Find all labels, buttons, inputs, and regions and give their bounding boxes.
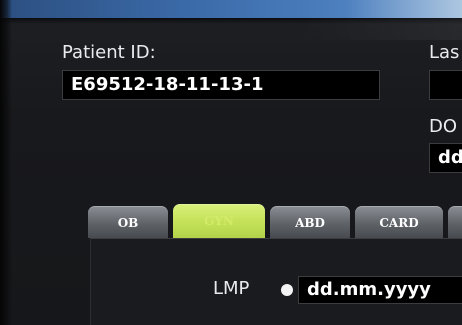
tab-gyn[interactable]: GYN <box>173 204 265 238</box>
last-name-field[interactable] <box>429 70 462 100</box>
patient-id-field[interactable]: E69512-18-11-13-1 <box>62 70 380 100</box>
lmp-label: LMP <box>213 278 250 299</box>
dob-field[interactable]: dd <box>429 143 462 173</box>
ultrasound-screen: Patient ID: E69512-18-11-13-1 Las DO dd … <box>0 0 462 325</box>
lmp-radio-button[interactable] <box>281 284 293 296</box>
tab-more[interactable] <box>448 206 462 238</box>
screen-bezel <box>0 0 12 325</box>
patient-id-label: Patient ID: <box>62 42 156 63</box>
title-bar-shadow <box>0 18 462 24</box>
lmp-date-field[interactable]: dd.mm.yyyy <box>298 276 462 304</box>
tab-card[interactable]: CARD <box>355 206 443 238</box>
tab-abd[interactable]: ABD <box>270 206 350 238</box>
tab-ob[interactable]: OB <box>88 206 168 238</box>
last-name-label: Las <box>429 42 460 63</box>
dob-label: DO <box>429 116 458 137</box>
title-bar <box>0 0 462 18</box>
